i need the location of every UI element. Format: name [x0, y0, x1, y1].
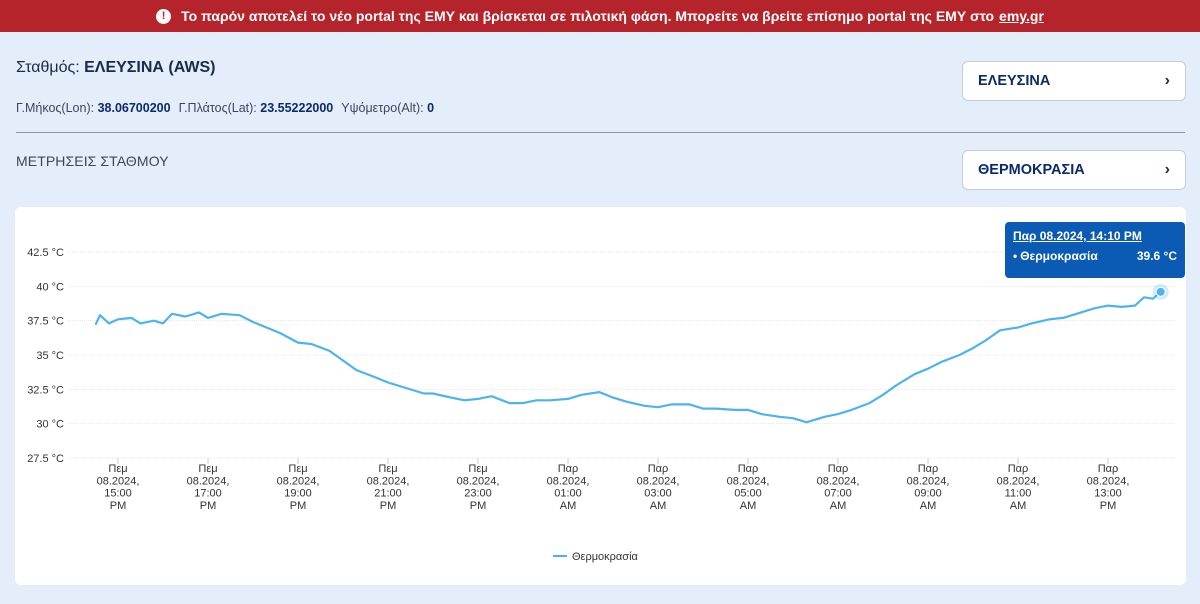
- tooltip-date: Παρ 08.2024, 14:10 PM: [1013, 229, 1142, 243]
- station-label: Σταθμός:: [16, 59, 80, 76]
- hover-marker: [1155, 286, 1166, 297]
- x-tick-label: Πεμ 08.2024, 23:00 PM: [457, 463, 500, 512]
- y-tick-label: 40 °C: [36, 281, 64, 293]
- station-heading: Σταθμός: ΕΛΕΥΣΙΝΑ (AWS): [16, 59, 215, 77]
- alt-value: 0: [427, 101, 435, 115]
- x-tick-label: Πεμ 08.2024, 15:00 PM: [97, 463, 140, 512]
- x-tick-label: Παρ 08.2024, 09:00 AM: [907, 463, 950, 512]
- x-tick-label: Παρ 08.2024, 03:00 AM: [637, 463, 680, 512]
- lat-label: Γ.Πλάτος(Lat):: [178, 101, 257, 115]
- series-line: [94, 290, 1162, 424]
- tooltip-value: 39.6 °C: [1136, 249, 1177, 263]
- x-tick-label: Παρ 08.2024, 05:00 AM: [727, 463, 770, 512]
- chevron-right-icon: ›: [1164, 161, 1170, 178]
- x-tick-label: Παρ 08.2024, 07:00 AM: [817, 463, 860, 512]
- lon-value: 38.06700200: [97, 101, 171, 115]
- y-tick-label: 27.5 °C: [27, 453, 64, 465]
- notice-banner: ! Το παρόν αποτελεί το νέο portal της ΕΜ…: [0, 0, 1200, 32]
- legend-label: Θερμοκρασία: [572, 551, 639, 563]
- x-tick-label: Πεμ 08.2024, 21:00 PM: [367, 463, 410, 512]
- y-tick-label: 37.5 °C: [27, 316, 64, 328]
- alert-circle-icon: !: [156, 8, 172, 24]
- lon-label: Γ.Μήκος(Lon):: [16, 101, 95, 115]
- section-title: ΜΕΤΡΗΣΕΙΣ ΣΤΑΘΜΟΥ: [16, 153, 169, 169]
- station-select[interactable]: ΕΛΕΥΣΙΝΑ ›: [962, 61, 1186, 101]
- chart-tooltip: Παρ 08.2024, 14:10 PM • Θερμοκρασία 39.6 …: [1005, 222, 1185, 278]
- divider: [16, 132, 1185, 133]
- parameter-select[interactable]: ΘΕΡΜΟΚΡΑΣΙΑ ›: [962, 150, 1186, 190]
- x-tick-label: Πεμ 08.2024, 19:00 PM: [277, 463, 320, 512]
- banner-text: Το παρόν αποτελεί το νέο portal της ΕΜΥ …: [181, 8, 995, 24]
- chevron-right-icon: ›: [1164, 72, 1170, 89]
- y-tick-label: 32.5 °C: [27, 384, 64, 396]
- y-tick-label: 42.5 °C: [27, 247, 64, 259]
- emy-link[interactable]: emy.gr: [999, 8, 1044, 24]
- x-tick-label: Παρ 08.2024, 11:00 AM: [997, 463, 1040, 512]
- y-tick-label: 35 °C: [36, 350, 64, 362]
- station-coordinates: Γ.Μήκος(Lon): 38.06700200 Γ.Πλάτος(Lat):…: [16, 101, 434, 115]
- x-tick-label: Πεμ 08.2024, 17:00 PM: [187, 463, 230, 512]
- station-select-value: ΕΛΕΥΣΙΝΑ: [978, 73, 1051, 89]
- alt-label: Υψόμετρο(Alt):: [341, 101, 424, 115]
- tooltip-series: Θερμοκρασία: [1020, 249, 1098, 263]
- lat-value: 23.55222000: [260, 101, 334, 115]
- x-tick-label: Παρ 08.2024, 01:00 AM: [547, 463, 590, 512]
- station-name: ΕΛΕΥΣΙΝΑ (AWS): [84, 59, 216, 76]
- x-tick-label: Παρ 08.2024, 13:00 PM: [1087, 463, 1130, 512]
- y-tick-label: 30 °C: [36, 419, 64, 431]
- parameter-select-value: ΘΕΡΜΟΚΡΑΣΙΑ: [978, 162, 1085, 178]
